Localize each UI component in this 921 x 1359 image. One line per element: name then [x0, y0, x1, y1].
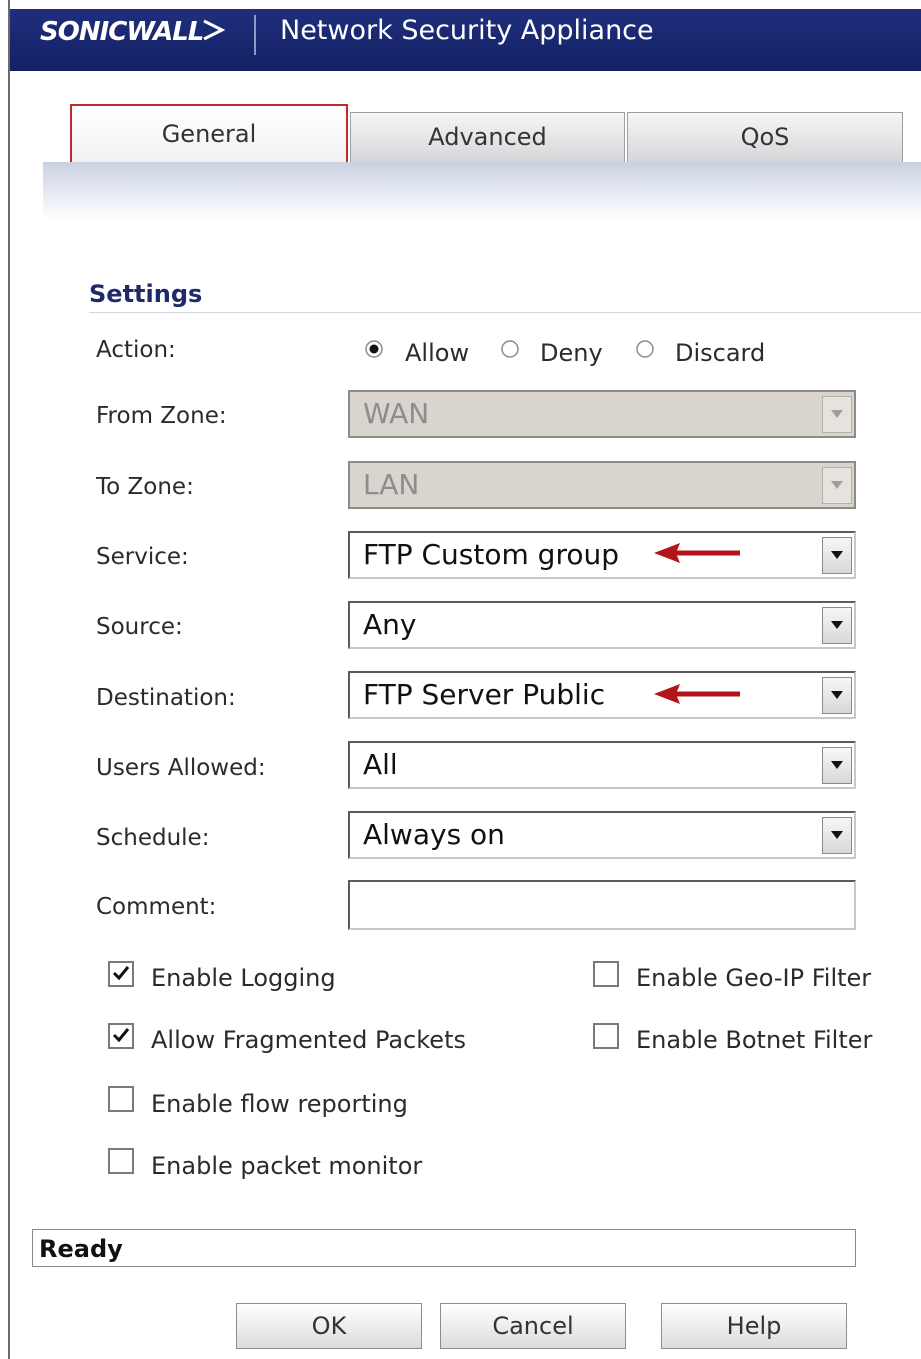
service-dropdown-arrow[interactable]	[822, 537, 852, 574]
annotation-arrow-icon	[654, 543, 740, 563]
to-zone-select: LAN	[348, 461, 856, 509]
radio-allow-label: Allow	[405, 339, 470, 367]
users-allowed-dropdown-arrow[interactable]	[822, 747, 852, 784]
schedule-value: Always on	[363, 818, 505, 851]
schedule-dropdown-arrow[interactable]	[822, 817, 852, 854]
destination-label: Destination:	[96, 685, 236, 711]
enable-packet-monitor-checkbox[interactable]	[108, 1148, 134, 1174]
annotation-arrow-icon	[654, 684, 740, 704]
enable-packet-monitor-label: Enable packet monitor	[151, 1152, 423, 1180]
enable-flow-reporting-checkbox[interactable]	[108, 1086, 134, 1112]
service-value: FTP Custom group	[363, 538, 619, 571]
tab-general[interactable]: General	[70, 104, 348, 164]
checkmark-icon	[112, 1028, 130, 1043]
from-zone-dropdown-arrow	[822, 396, 852, 433]
allow-fragmented-packets-checkbox[interactable]	[108, 1023, 134, 1049]
chevron-down-icon	[831, 691, 843, 699]
from-zone-select: WAN	[348, 390, 856, 438]
checkmark-icon	[112, 966, 130, 981]
chevron-down-icon	[831, 551, 843, 559]
enable-botnet-filter-label: Enable Botnet Filter	[636, 1026, 873, 1054]
chevron-down-icon	[831, 410, 843, 418]
to-zone-dropdown-arrow	[822, 467, 852, 504]
settings-heading: Settings	[89, 280, 203, 308]
service-select[interactable]: FTP Custom group	[348, 531, 856, 579]
status-bar: Ready	[32, 1229, 856, 1267]
radio-discard[interactable]	[634, 338, 656, 360]
enable-logging-label: Enable Logging	[151, 964, 336, 992]
radio-discard-label: Discard	[675, 339, 766, 367]
from-zone-value: WAN	[363, 397, 430, 430]
enable-flow-reporting-label: Enable flow reporting	[151, 1090, 408, 1118]
tab-advanced[interactable]: Advanced	[350, 112, 625, 162]
settings-divider	[89, 312, 921, 313]
radio-deny[interactable]	[499, 338, 521, 360]
comment-input[interactable]	[348, 880, 856, 930]
destination-dropdown-arrow[interactable]	[822, 677, 852, 714]
destination-value: FTP Server Public	[363, 678, 606, 711]
enable-geo-ip-filter-checkbox[interactable]	[593, 961, 619, 987]
help-button[interactable]: Help	[661, 1303, 847, 1349]
source-label: Source:	[96, 614, 183, 640]
chevron-down-icon	[831, 761, 843, 769]
radio-deny-label: Deny	[540, 339, 603, 367]
enable-logging-checkbox[interactable]	[108, 961, 134, 987]
action-label: Action:	[96, 337, 176, 363]
enable-botnet-filter-checkbox[interactable]	[593, 1023, 619, 1049]
chevron-down-icon	[831, 831, 843, 839]
schedule-select[interactable]: Always on	[348, 811, 856, 859]
logo-arrow-icon	[203, 19, 226, 41]
tab-panel-strip	[43, 162, 921, 220]
window-left-edge	[8, 0, 10, 1359]
schedule-label: Schedule:	[96, 825, 210, 851]
radio-allow[interactable]	[363, 338, 385, 360]
ok-button[interactable]: OK	[236, 1303, 422, 1349]
to-zone-label: To Zone:	[96, 474, 194, 500]
users-allowed-select[interactable]: All	[348, 741, 856, 789]
users-allowed-label: Users Allowed:	[96, 755, 266, 781]
status-text: Ready	[39, 1235, 123, 1263]
header-divider	[254, 15, 256, 55]
enable-geo-ip-filter-label: Enable Geo-IP Filter	[636, 964, 872, 992]
source-select[interactable]: Any	[348, 601, 856, 649]
cancel-button[interactable]: Cancel	[440, 1303, 626, 1349]
source-value: Any	[363, 608, 417, 641]
from-zone-label: From Zone:	[96, 403, 227, 429]
tab-qos[interactable]: QoS	[627, 112, 903, 162]
chevron-down-icon	[831, 621, 843, 629]
app-header: SONICWALL Network Security Appliance	[10, 9, 921, 71]
service-label: Service:	[96, 544, 189, 570]
source-dropdown-arrow[interactable]	[822, 607, 852, 644]
app-title: Network Security Appliance	[280, 15, 654, 46]
to-zone-value: LAN	[363, 468, 420, 501]
allow-fragmented-packets-label: Allow Fragmented Packets	[151, 1026, 466, 1054]
window-top-edge	[0, 0, 921, 9]
chevron-down-icon	[831, 481, 843, 489]
users-allowed-value: All	[363, 748, 398, 781]
comment-label: Comment:	[96, 894, 217, 920]
destination-select[interactable]: FTP Server Public	[348, 671, 856, 719]
sonicwall-logo: SONICWALL	[40, 17, 204, 47]
